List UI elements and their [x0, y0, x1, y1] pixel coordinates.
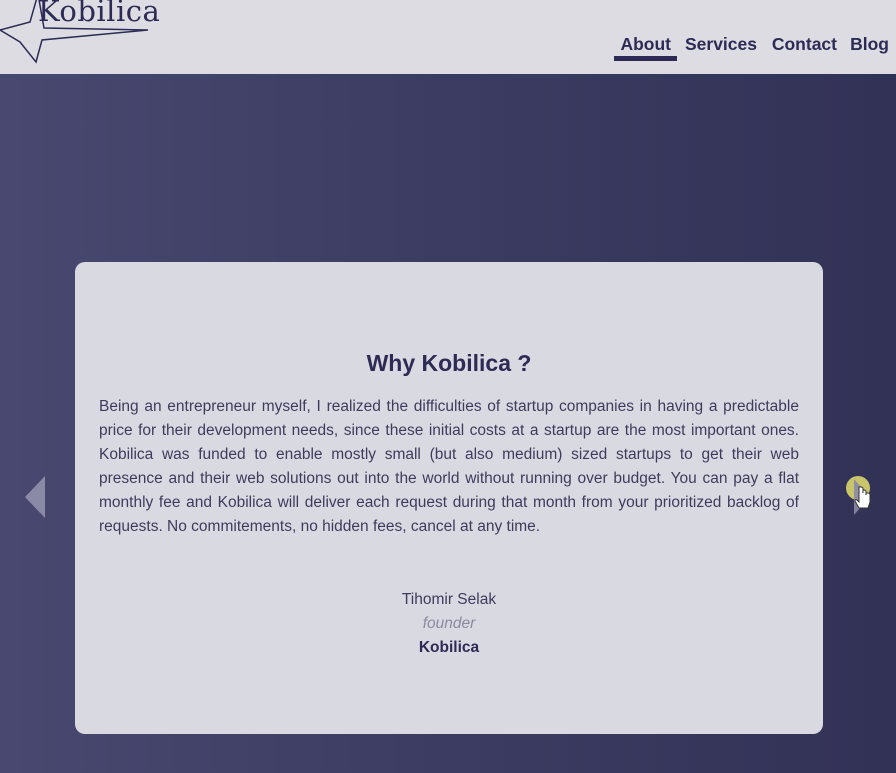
chevron-left-icon [25, 476, 45, 518]
nav-contact[interactable]: Contact [772, 34, 837, 55]
carousel-prev-button[interactable] [25, 476, 47, 523]
author-name: Tihomir Selak [401, 591, 497, 608]
nav-about[interactable]: About [614, 34, 677, 61]
testimonial-card: Why Kobilica ? Being an entrepreneur mys… [75, 262, 823, 734]
testimonial-title: Why Kobilica ? [366, 350, 532, 376]
carousel-next-button[interactable] [846, 475, 876, 524]
author-role: founder [422, 615, 476, 632]
logo[interactable]: Kobilica [0, 0, 160, 66]
testimonial-body: Being an entrepreneur myself, I realized… [99, 398, 799, 535]
logo-text: Kobilica [38, 0, 161, 28]
chevron-right-icon [846, 476, 871, 515]
testimonial-section: Why Kobilica ? Being an entrepreneur mys… [0, 74, 896, 773]
author-company: Kobilica [418, 639, 480, 656]
nav-services[interactable]: Services [685, 34, 757, 55]
site-header: Kobilica About Services Contact Blog [0, 0, 896, 74]
nav-blog[interactable]: Blog [850, 34, 889, 55]
